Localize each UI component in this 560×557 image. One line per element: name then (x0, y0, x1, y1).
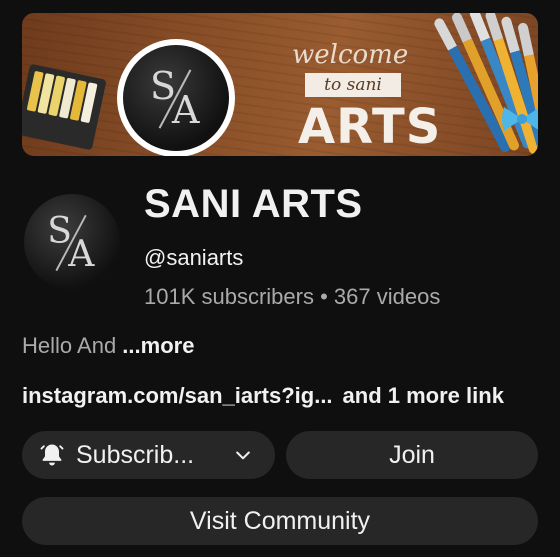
ribbon-bow (502, 107, 538, 131)
subscribe-button[interactable]: Subscrib... (22, 431, 275, 479)
banner-welcome-text: welcome (292, 40, 409, 70)
stats-separator: • (313, 284, 334, 309)
channel-title: SANI ARTS (144, 182, 363, 226)
bell-icon (40, 444, 64, 466)
banner-logo: SA (117, 39, 235, 156)
more-links[interactable]: and 1 more link (343, 383, 504, 408)
avatar-monogram: SA (47, 209, 95, 275)
pastel-box (22, 63, 107, 151)
video-count: 367 videos (333, 284, 441, 309)
channel-avatar[interactable]: SA (24, 194, 120, 290)
channel-description[interactable]: Hello And ...more (22, 333, 194, 359)
visit-community-label: Visit Community (189, 506, 371, 535)
banner-brand-text: ARTS (298, 99, 442, 155)
visit-community-button[interactable]: Visit Community (22, 497, 538, 545)
banner-to-text: to sani (305, 73, 401, 97)
subscriber-count: 101K subscribers (144, 284, 314, 309)
subscribe-label: Subscrib... (76, 440, 195, 469)
channel-handle: @saniarts (144, 245, 244, 270)
more-link[interactable]: ...more (122, 333, 194, 358)
join-button[interactable]: Join (286, 431, 538, 479)
description-text: Hello And (22, 333, 123, 358)
channel-banner: SA welcome to sani ARTS (22, 13, 538, 156)
channel-links[interactable]: instagram.com/san_iarts?ig... and 1 more … (22, 383, 504, 409)
monogram-logo: SA (150, 64, 200, 132)
channel-stats: 101K subscribers • 367 videos (144, 284, 440, 310)
instagram-link[interactable]: instagram.com/san_iarts?ig... (22, 383, 333, 408)
join-label: Join (389, 440, 435, 469)
chevron-down-icon (236, 451, 250, 460)
